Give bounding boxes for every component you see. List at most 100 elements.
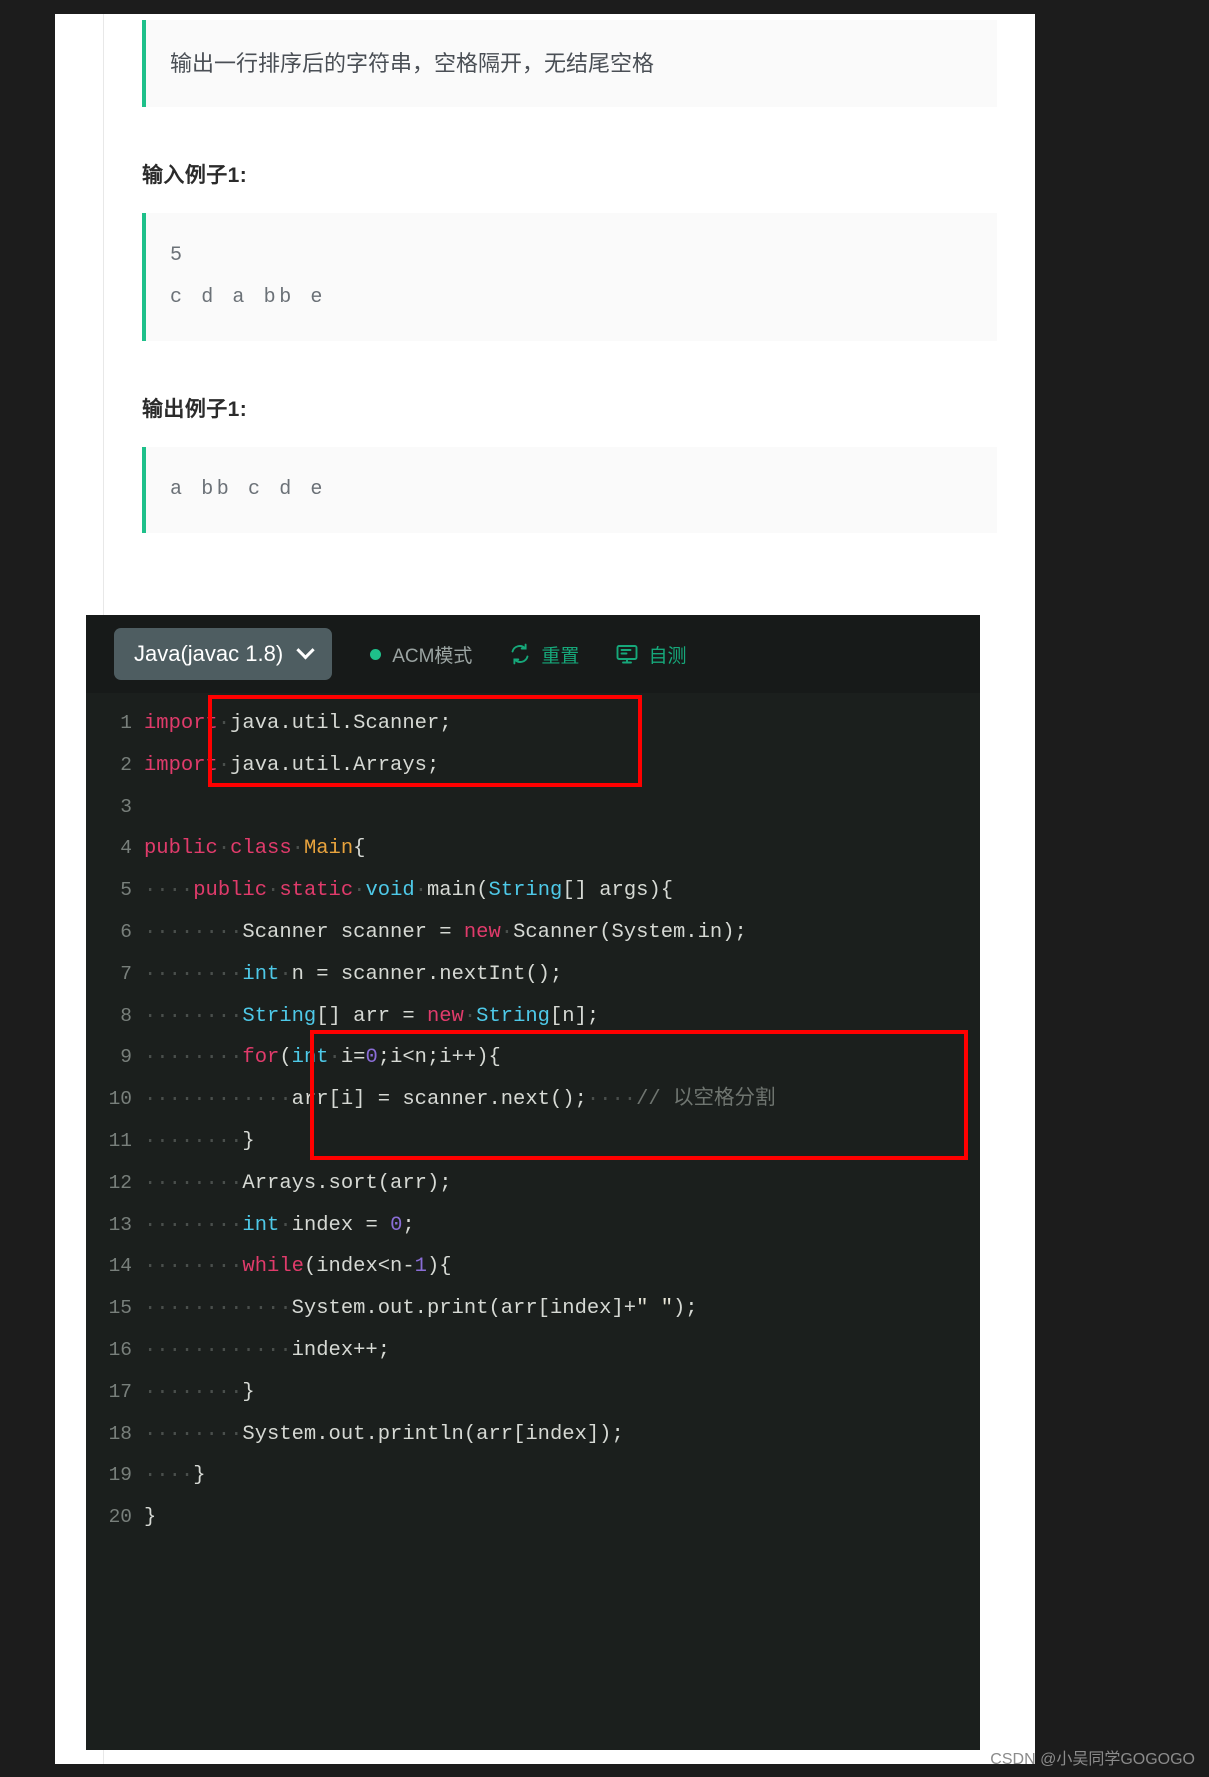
code-token: int	[291, 1046, 329, 1070]
code-token: );	[673, 1297, 698, 1321]
code-token: ;	[402, 1213, 415, 1237]
code-token: int	[242, 962, 280, 986]
code-token: while	[242, 1255, 304, 1279]
code-line: 8 ········String[] arr = new·String[n];	[86, 996, 980, 1038]
line-number: 19	[108, 1464, 132, 1487]
code-token: ·	[328, 1046, 341, 1070]
code-text: ············System.out.print(arr[index]+…	[144, 1288, 698, 1330]
code-line: 3	[86, 787, 980, 829]
code-token: ········	[144, 1171, 243, 1195]
line-number: 8	[120, 1004, 132, 1027]
line-number: 14	[108, 1255, 132, 1278]
code-token: ············	[144, 1088, 292, 1112]
code-token: }	[242, 1380, 255, 1404]
code-token: main(	[427, 879, 489, 903]
code-token: public	[144, 837, 218, 861]
code-line: 5 ····public·static·void·main(String[] ar…	[86, 870, 980, 912]
code-token: String	[476, 1004, 550, 1028]
code-text: ········int·index = 0;	[144, 1205, 415, 1247]
selftest-label: 自测	[648, 645, 687, 667]
code-token: " "	[636, 1297, 673, 1321]
language-select[interactable]: Java(javac 1.8)	[114, 628, 333, 680]
watermark: CSDN @小吴同学GOGOGO	[990, 1751, 1195, 1768]
code-line: 19 ····}	[86, 1455, 980, 1497]
output-example-title: 输出例子1:	[142, 398, 248, 422]
code-token: ········	[144, 1004, 243, 1028]
line-number: 7	[120, 962, 132, 985]
editor-toolbar: Java(javac 1.8) ACM模式 重置 自测	[86, 615, 980, 693]
selftest-button[interactable]: 自测	[615, 641, 686, 668]
code-token: ·	[500, 920, 514, 944]
monitor-icon	[615, 642, 639, 666]
output-example-block: a bb c d e	[142, 447, 997, 534]
line-number: 16	[108, 1338, 132, 1361]
line-number: 2	[120, 753, 132, 776]
problem-description-text: 输出一行排序后的字符串，空格隔开，无结尾空格	[170, 51, 655, 76]
input-sample-line-2: c d a bb e	[170, 286, 327, 310]
code-text: ········for(int·i=0;i<n;i++){	[144, 1037, 501, 1079]
code-line: 1 import·java.util.Scanner;	[86, 703, 980, 745]
code-line: 7 ········int·n = scanner.nextInt();	[86, 954, 980, 996]
code-token: 0	[365, 1046, 378, 1070]
code-text: }	[144, 1497, 156, 1539]
line-number: 15	[108, 1297, 132, 1320]
code-line: 6 ········Scanner scanner = new·Scanner(S…	[86, 912, 980, 954]
code-token: ····	[144, 1464, 194, 1488]
code-text: public·class·Main{	[144, 828, 365, 870]
code-token: ········	[144, 962, 243, 986]
code-token: []	[562, 879, 600, 903]
code-line: 16 ············index++;	[86, 1330, 980, 1372]
code-token: args){	[599, 879, 674, 903]
line-number: 10	[108, 1088, 132, 1111]
code-token: ············	[144, 1338, 292, 1362]
code-token: ········	[144, 1255, 243, 1279]
code-token: ·	[279, 962, 292, 986]
code-token: 1	[414, 1255, 427, 1279]
code-token: static	[279, 879, 354, 903]
code-token: Scanner scanner =	[242, 920, 464, 944]
input-example-block: 5 c d a bb e	[142, 213, 997, 342]
code-line: 15 ············System.out.print(arr[index…	[86, 1288, 980, 1330]
code-token: Main	[303, 837, 354, 861]
code-token: ;i<n;i++){	[377, 1046, 501, 1070]
code-token: ·	[279, 1213, 292, 1237]
code-token: import	[144, 712, 218, 735]
code-token: public	[193, 879, 268, 903]
code-line: 2 import·java.util.Arrays;	[86, 745, 980, 787]
code-token: class	[230, 837, 292, 861]
line-number: 5	[120, 879, 132, 902]
code-text: ········int·n = scanner.nextInt();	[144, 954, 562, 996]
output-sample-line-1: a bb c d e	[170, 478, 327, 502]
line-number: 20	[108, 1506, 132, 1529]
code-token: System.out.println(arr[index]);	[242, 1422, 624, 1446]
code-token: arr[i] = scanner.next();	[291, 1088, 587, 1112]
code-token: new	[426, 1004, 464, 1028]
code-text: import·java.util.Arrays;	[144, 745, 439, 787]
code-token: int	[242, 1213, 280, 1237]
code-text: ········while(index<n-1){	[144, 1246, 452, 1288]
code-token: ········	[144, 1046, 243, 1070]
code-text: ········String[] arr = new·String[n];	[144, 996, 599, 1038]
input-example-wrap: 5 c d a bb e	[142, 213, 997, 342]
acm-mode-label: ACM模式	[392, 645, 473, 667]
code-line: 18 ········System.out.println(arr[index])…	[86, 1414, 980, 1456]
language-select-label: Java(javac 1.8)	[134, 641, 284, 666]
reset-button[interactable]: 重置	[508, 641, 579, 668]
code-text: ········Arrays.sort(arr);	[144, 1163, 452, 1205]
reset-label: 重置	[541, 645, 580, 667]
code-line: 9 ········for(int·i=0;i<n;i++){	[86, 1037, 980, 1079]
code-token: import	[144, 753, 218, 777]
code-text: ········Scanner scanner = new·Scanner(Sy…	[144, 912, 747, 954]
input-example-title: 输入例子1:	[142, 164, 248, 188]
code-token: ········	[144, 1422, 243, 1446]
code-line: 13 ········int·index = 0;	[86, 1205, 980, 1247]
code-text: import·java.util.Scanner;	[144, 703, 452, 745]
code-token: [n];	[549, 1004, 600, 1028]
line-number: 1	[120, 712, 132, 734]
code-token: 0	[390, 1213, 403, 1237]
code-token: String	[242, 1004, 317, 1028]
code-area[interactable]: 1 import·java.util.Scanner; 2 import·java.u…	[86, 693, 980, 1706]
code-text: ····public·static·void·main(String[] arg…	[144, 870, 673, 912]
code-text: ········}	[144, 1121, 255, 1163]
code-text: ········System.out.println(arr[index]);	[144, 1414, 624, 1456]
